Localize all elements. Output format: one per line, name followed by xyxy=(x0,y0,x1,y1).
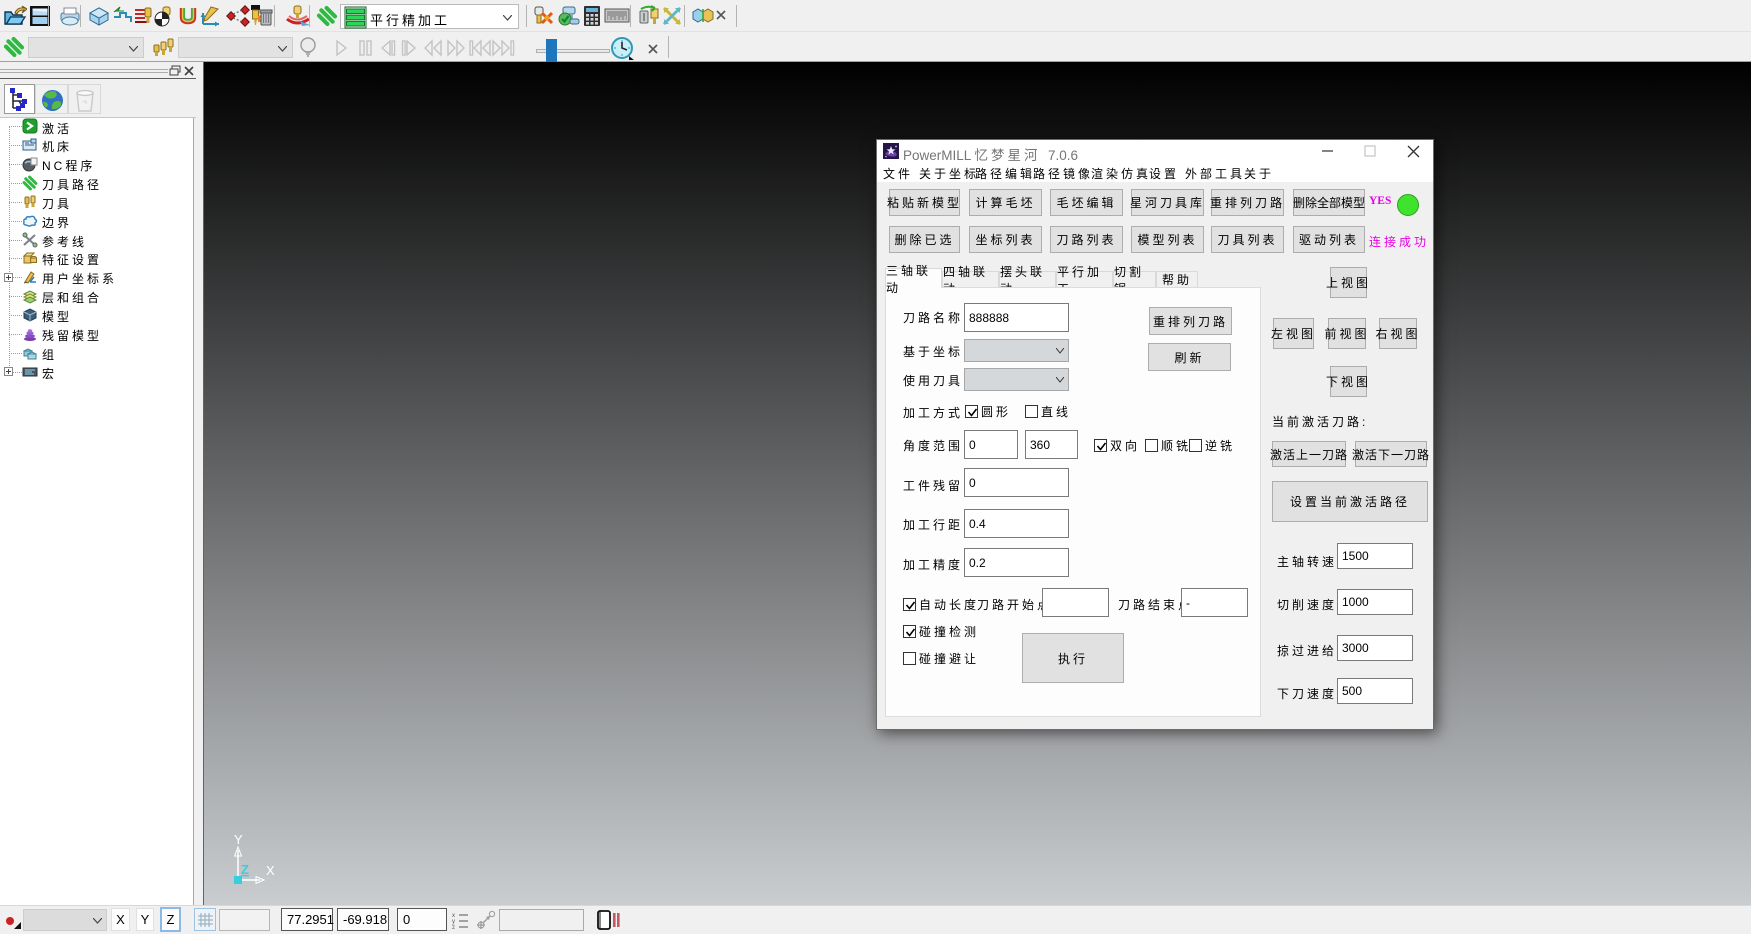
svg-text:X: X xyxy=(266,863,275,878)
svg-text:z: z xyxy=(452,925,455,931)
svg-text:Y: Y xyxy=(234,832,243,847)
svg-text:Z: Z xyxy=(241,862,249,877)
